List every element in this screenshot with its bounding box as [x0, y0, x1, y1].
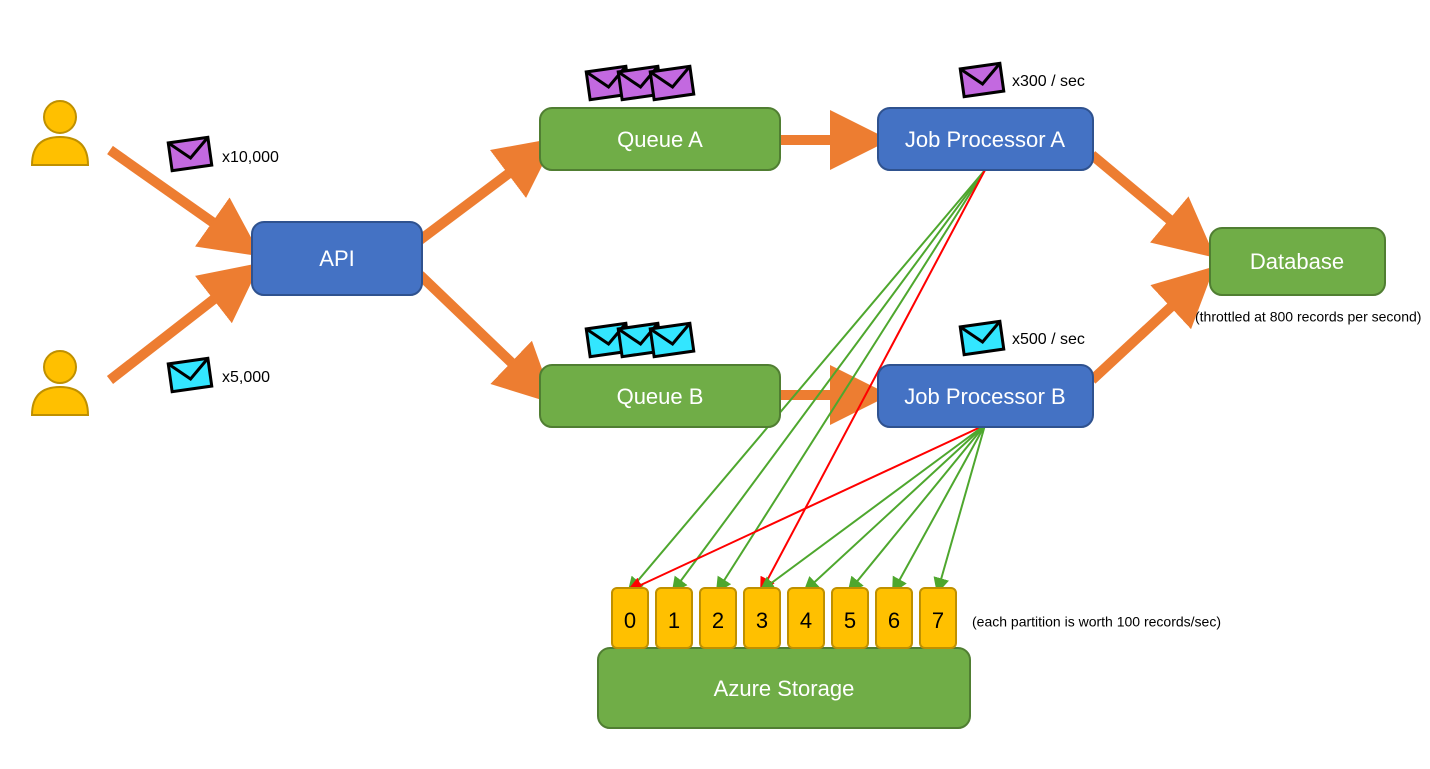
svg-text:3: 3 — [756, 608, 768, 633]
svg-text:6: 6 — [888, 608, 900, 633]
svg-text:2: 2 — [712, 608, 724, 633]
api-label: API — [319, 246, 354, 271]
user-1 — [32, 101, 88, 165]
storage-label: Azure Storage — [714, 676, 855, 701]
processor-a-box: Job Processor A — [878, 108, 1093, 170]
partition-1: 1 — [656, 588, 692, 648]
database-box: Database — [1210, 228, 1385, 295]
user2-count: x5,000 — [222, 369, 270, 386]
database-note: (throttled at 800 records per second) — [1195, 309, 1421, 325]
user1-envelope-icon — [168, 137, 212, 170]
processor-b-label: Job Processor B — [904, 384, 1065, 409]
processor-b-envelope-icon — [960, 321, 1004, 354]
user1-count: x10,000 — [222, 149, 279, 166]
processor-b-box: Job Processor B — [878, 365, 1093, 427]
queue-b-label: Queue B — [617, 384, 704, 409]
storage-note: (each partition is worth 100 records/sec… — [972, 614, 1221, 630]
queue-b-box: Queue B — [540, 365, 780, 427]
processor-a-envelope-icon — [960, 63, 1004, 96]
api-box: API — [252, 222, 422, 295]
storage-box: Azure Storage — [598, 648, 970, 728]
user-2 — [32, 351, 88, 415]
queue-a-box: Queue A — [540, 108, 780, 170]
svg-text:0: 0 — [624, 608, 636, 633]
processor-a-rate: x300 / sec — [1012, 73, 1085, 90]
partition-6: 6 — [876, 588, 912, 648]
partition-0: 0 — [612, 588, 648, 648]
svg-text:4: 4 — [800, 608, 812, 633]
user2-envelope-icon — [168, 358, 212, 391]
queue-b-envelopes — [586, 323, 694, 356]
partition-5: 5 — [832, 588, 868, 648]
queue-a-envelopes — [586, 66, 694, 99]
partition-4: 4 — [788, 588, 824, 648]
svg-text:5: 5 — [844, 608, 856, 633]
partition-7: 7 — [920, 588, 956, 648]
partition-boxes: 0 1 2 3 4 5 6 7 — [612, 588, 956, 648]
svg-text:7: 7 — [932, 608, 944, 633]
database-label: Database — [1250, 249, 1344, 274]
queue-a-label: Queue A — [617, 127, 703, 152]
svg-text:1: 1 — [668, 608, 680, 633]
processor-a-label: Job Processor A — [905, 127, 1066, 152]
partition-3: 3 — [744, 588, 780, 648]
processor-b-rate: x500 / sec — [1012, 331, 1085, 348]
partition-2: 2 — [700, 588, 736, 648]
